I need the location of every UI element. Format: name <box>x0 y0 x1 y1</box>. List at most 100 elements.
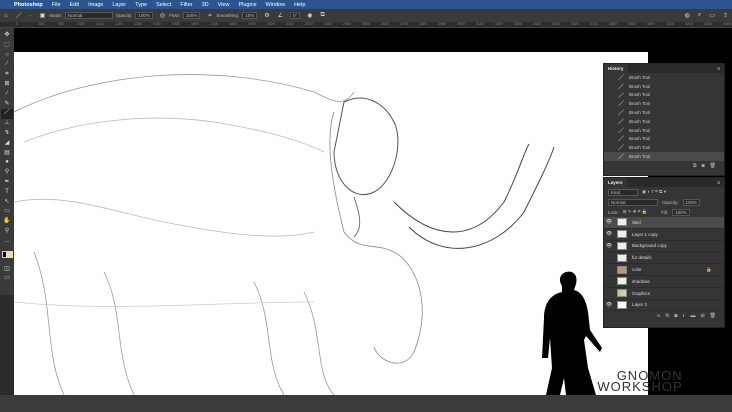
dodge-tool-icon[interactable]: ⚲ <box>5 168 9 178</box>
learn-icon[interactable]: ◍ <box>685 12 690 19</box>
search-icon[interactable]: ⌕ <box>698 12 701 19</box>
menu-image[interactable]: Image <box>88 2 103 8</box>
quick-mask-icon[interactable]: ◫ <box>4 265 10 275</box>
menu-window[interactable]: Window <box>266 2 286 8</box>
lock-icons[interactable]: ⊠ ✎ ✥ ⌗ 🔒 <box>623 209 647 215</box>
panel-menu-icon[interactable]: ≡ <box>713 178 724 187</box>
path-select-tool-icon[interactable]: ↖ <box>4 198 9 208</box>
layer-name: Layer 2 <box>632 302 648 308</box>
trash-icon[interactable]: 🗑 <box>710 163 716 169</box>
brush-preset-icon[interactable]: ／ <box>16 11 22 20</box>
rectangle-tool-icon[interactable]: ▭ <box>4 207 10 217</box>
menu-help[interactable]: Help <box>294 2 305 8</box>
layer-row[interactable]: fur details <box>604 252 724 265</box>
menu-type[interactable]: Type <box>135 2 147 8</box>
menu-view[interactable]: View <box>218 2 230 8</box>
layer-thumbnail <box>617 241 627 250</box>
new-layer-icon[interactable]: ⊞ <box>700 313 704 319</box>
stamp-tool-icon[interactable]: ⊥ <box>4 119 9 129</box>
history-item[interactable]: ／ Brush Tool <box>604 126 724 135</box>
menu-select[interactable]: Select <box>156 2 171 8</box>
screen-mode-icon[interactable]: ▭ <box>4 274 10 284</box>
marquee-tool-icon[interactable]: ⬚ <box>4 41 10 51</box>
blur-tool-icon[interactable]: ● <box>5 158 9 168</box>
snapshot-icon[interactable]: ◙ <box>702 163 705 169</box>
history-item[interactable]: ／ Brush Tool <box>604 82 724 91</box>
home-icon[interactable]: ⌂ <box>4 13 8 19</box>
lasso-tool-icon[interactable]: ○ <box>5 51 9 61</box>
type-tool-icon[interactable]: T <box>5 188 9 198</box>
history-item[interactable]: ／ Brush Tool <box>604 99 724 108</box>
menu-edit[interactable]: Edit <box>70 2 79 8</box>
menu-3d[interactable]: 3D <box>202 2 209 8</box>
angle-field[interactable]: 0° <box>289 12 301 19</box>
fill-field[interactable]: 100% <box>672 208 690 216</box>
pressure-opacity-icon[interactable]: ◎ <box>160 12 165 19</box>
eraser-tool-icon[interactable]: ◢ <box>5 139 10 149</box>
link-icon[interactable]: ∞ <box>657 313 661 319</box>
adjustment-icon[interactable]: ◐ <box>682 313 685 319</box>
menu-plugins[interactable]: Plugins <box>238 2 256 8</box>
eyedropper-tool-icon[interactable]: ⁄ <box>6 90 7 100</box>
visibility-eye-icon[interactable]: 👁 <box>604 219 614 225</box>
menu-layer[interactable]: Layer <box>112 2 126 8</box>
zoom-tool-icon[interactable]: ⚲ <box>5 227 9 237</box>
airbrush-icon[interactable]: ≁ <box>207 12 212 19</box>
history-item[interactable]: ／ Brush Tool <box>604 152 724 161</box>
layer-row[interactable]: 👁 Layer 1 copy <box>604 229 724 241</box>
layer-row[interactable]: Graphics <box>604 288 724 300</box>
flow-field[interactable]: 100% <box>182 12 201 19</box>
color-swatches[interactable] <box>1 247 13 265</box>
healing-tool-icon[interactable]: ✎ <box>4 100 9 110</box>
new-document-from-state-icon[interactable]: ⧉ <box>693 163 697 169</box>
history-brush-tool-icon[interactable]: ↯ <box>4 129 9 139</box>
frame-tool-icon[interactable]: ⊠ <box>4 80 9 90</box>
visibility-eye-icon[interactable]: 👁 <box>604 243 614 249</box>
opacity-field[interactable]: 100% <box>135 12 153 19</box>
brush-size-icon[interactable]: · <box>30 13 32 19</box>
layer-row[interactable]: shadows <box>604 276 724 288</box>
layer-opacity-field[interactable]: 100% <box>682 198 701 206</box>
share-icon[interactable]: ⇪ <box>723 12 728 19</box>
history-item[interactable]: ／ Brush Tool <box>604 117 724 126</box>
smoothing-field[interactable]: 10% <box>242 12 258 19</box>
mode-select[interactable]: Normal <box>64 12 113 19</box>
trash-icon[interactable]: 🗑 <box>710 313 716 319</box>
layer-row[interactable]: 👁 Skel <box>604 217 724 229</box>
filter-icons[interactable]: ▣ ◐ T ⌗ ⧉ ● <box>642 189 666 195</box>
hand-tool-icon[interactable]: ✋ <box>3 217 10 227</box>
layers-tab[interactable]: Layers <box>604 178 627 187</box>
layer-row[interactable]: 👁 Layer 2 <box>604 300 724 312</box>
history-item[interactable]: ／ Brush Tool <box>604 73 724 82</box>
workspace-icon[interactable]: ▭ <box>709 12 715 19</box>
group-icon[interactable]: ▬ <box>690 313 695 319</box>
magic-wand-tool-icon[interactable]: ⁄ <box>6 60 7 70</box>
layer-row[interactable]: color 🔒 <box>604 264 724 276</box>
blend-mode-select[interactable]: Normal <box>608 198 658 206</box>
visibility-eye-icon[interactable]: 👁 <box>604 302 614 308</box>
pen-tool-icon[interactable]: ✒ <box>4 178 9 188</box>
brush-panel-icon[interactable]: ▣ <box>40 12 46 19</box>
crop-tool-icon[interactable]: ⌗ <box>5 70 8 80</box>
history-item[interactable]: ／ Brush Tool <box>604 91 724 99</box>
menu-file[interactable]: File <box>52 2 61 8</box>
more-tools-icon[interactable]: … <box>4 237 10 247</box>
layer-row[interactable]: 👁 Background copy <box>604 241 724 253</box>
panel-menu-icon[interactable]: ≡ <box>713 64 724 73</box>
visibility-eye-icon[interactable]: 👁 <box>604 231 614 237</box>
history-item[interactable]: ／ Brush Tool <box>604 135 724 143</box>
move-tool-icon[interactable]: ✥ <box>4 31 9 41</box>
pressure-size-icon[interactable]: ◉ <box>307 12 312 19</box>
filter-kind-select[interactable]: Kind <box>608 188 638 196</box>
brush-tool-icon[interactable]: ／ <box>1 109 13 120</box>
menu-filter[interactable]: Filter <box>180 2 192 8</box>
mask-icon[interactable]: ◙ <box>674 313 677 319</box>
symmetry-icon[interactable]: ⧉ <box>321 12 325 19</box>
menu-app[interactable]: Photoshop <box>14 2 43 8</box>
history-tab[interactable]: History <box>604 64 628 73</box>
history-item[interactable]: ／ Brush Tool <box>604 108 724 117</box>
history-item[interactable]: ／ Brush Tool <box>604 143 724 152</box>
gradient-tool-icon[interactable]: ▤ <box>4 149 10 159</box>
fx-icon[interactable]: fx <box>665 313 669 319</box>
gear-icon[interactable]: ⚙ <box>264 12 269 19</box>
